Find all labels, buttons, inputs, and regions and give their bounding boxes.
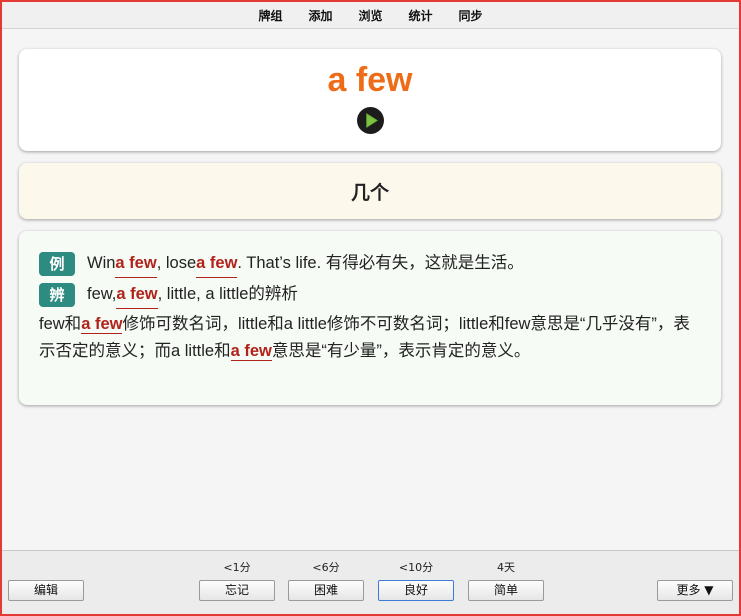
again-button[interactable]: 忘记	[199, 580, 275, 601]
example-card: 例 Win a few , lose a few . That’s life. …	[19, 231, 721, 405]
more-button[interactable]: 更多 ▼	[657, 580, 733, 601]
example-text-post: . That’s life. 有得必有失，这就是生活。	[237, 254, 524, 272]
interval-again: <1分	[223, 561, 251, 574]
word-text: a few	[327, 61, 413, 99]
play-icon[interactable]	[356, 107, 384, 134]
hard-button[interactable]: 困难	[288, 580, 364, 601]
interval-easy: 4天	[497, 561, 515, 574]
easy-button[interactable]: 简单	[468, 580, 544, 601]
nav-browse[interactable]: 浏览	[345, 7, 395, 24]
meaning-card: 几个	[19, 163, 721, 219]
explanation-highlight-1: a few	[81, 315, 123, 334]
word-card: a few	[19, 49, 721, 151]
example-highlight-2: a few	[196, 250, 238, 278]
answer-bar: <1分 <6分 <10分 4天 编辑 忘记 困难 良好 简单 更多 ▼	[2, 550, 739, 614]
nav-add[interactable]: 添加	[295, 7, 345, 24]
example-text-pre: Win	[87, 254, 116, 272]
example-row: 例 Win a few , lose a few . That’s life. …	[39, 248, 701, 279]
distinguish-text-pre: few,	[87, 285, 117, 303]
distinguish-row: 辨 few, a few , little, a little的辨析	[39, 279, 701, 310]
example-highlight-1: a few	[115, 250, 157, 278]
interval-good: <10分	[398, 561, 434, 574]
distinguish-tag: 辨	[39, 282, 75, 307]
example-text-mid: , lose	[156, 254, 197, 272]
distinguish-text-post: , little, a little的辨析	[157, 285, 298, 303]
explanation-paragraph: few和a few修饰可数名词，little和a little修饰不可数名词；l…	[39, 311, 701, 365]
explanation-part-3: 意思是“有少量”，表示肯定的意义。	[271, 342, 531, 360]
play-triangle-icon	[358, 109, 382, 132]
example-tag: 例	[39, 251, 75, 276]
nav-stats[interactable]: 统计	[396, 7, 446, 24]
distinguish-highlight: a few	[116, 281, 158, 309]
good-button[interactable]: 良好	[378, 580, 454, 601]
edit-button[interactable]: 编辑	[8, 580, 84, 601]
nav-sync[interactable]: 同步	[446, 7, 496, 24]
explanation-highlight-2: a few	[230, 342, 272, 361]
meaning-text: 几个	[350, 181, 389, 204]
top-menu-bar: 牌组 添加 浏览 统计 同步	[2, 2, 739, 29]
interval-hard: <6分	[312, 561, 340, 574]
nav-decks[interactable]: 牌组	[245, 7, 295, 24]
explanation-part-1: few和	[39, 315, 82, 333]
